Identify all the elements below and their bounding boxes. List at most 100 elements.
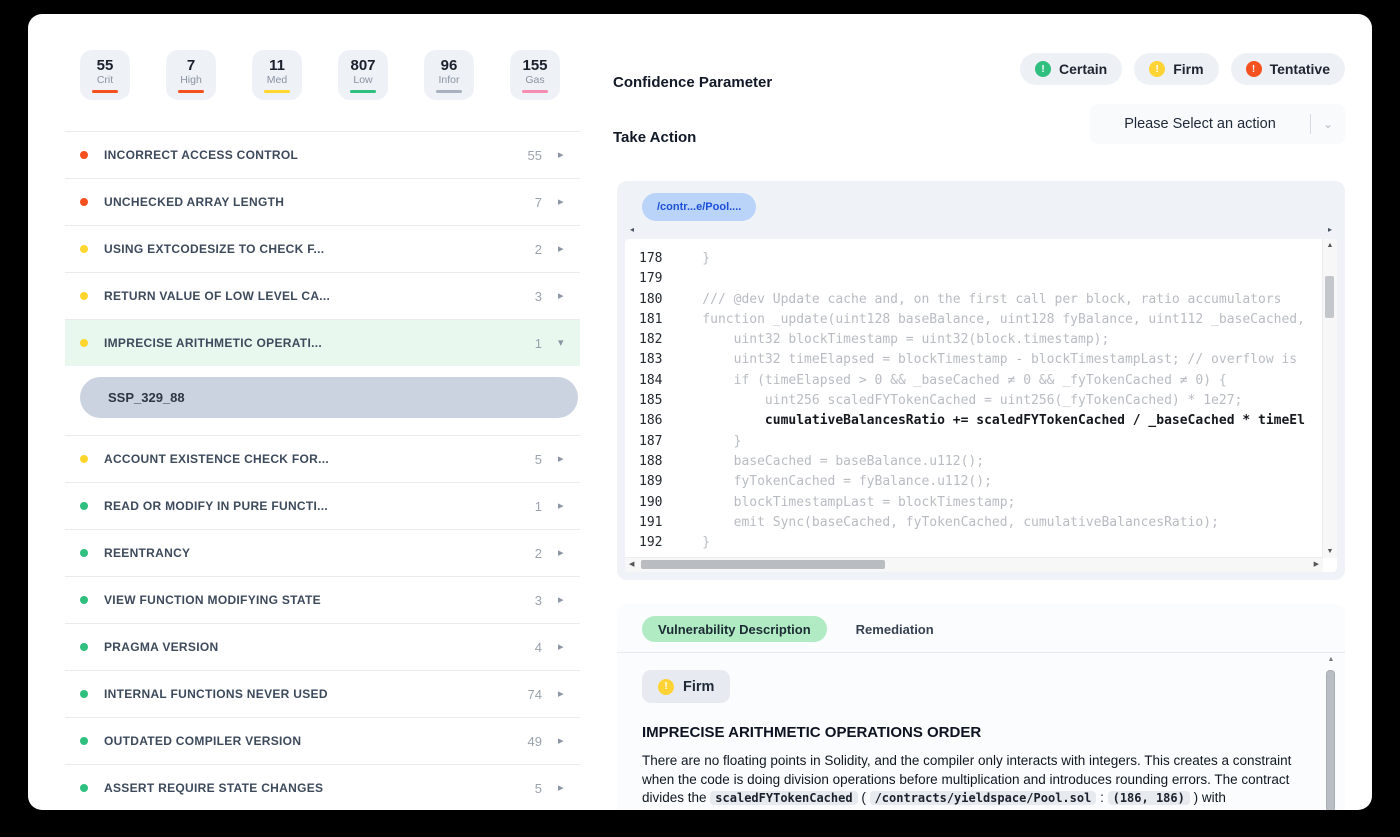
vulnerability-row[interactable]: PRAGMA VERSION 4 — [65, 623, 580, 670]
vulnerability-label: VIEW FUNCTION MODIFYING STATE — [104, 593, 321, 607]
confidence-badge[interactable]: ! Certain — [1019, 53, 1123, 85]
severity-stats-row: 55 Crit 7 High 11 Med 807 Low 96 Infor 1… — [80, 50, 560, 100]
vulnerability-count: 2 — [534, 241, 542, 257]
scroll-left-icon[interactable]: ◀ — [629, 558, 634, 572]
scroll-down-icon[interactable]: ▼ — [1323, 548, 1337, 555]
horizontal-scroll-thumb[interactable] — [641, 560, 885, 569]
code-line: 185 uint256 scaledFYTokenCached = uint25… — [639, 391, 1323, 411]
description-tab[interactable]: Vulnerability Description — [642, 616, 827, 642]
severity-color-bar — [350, 89, 376, 93]
vulnerability-group: RETURN VALUE OF LOW LEVEL CA... 3 SSP_32… — [65, 272, 580, 319]
vulnerability-row[interactable]: READ OR MODIFY IN PURE FUNCTI... 1 — [65, 482, 580, 529]
chevron-right-icon — [558, 150, 570, 161]
chevron-right-icon — [558, 197, 570, 208]
chevron-right-icon — [558, 548, 570, 559]
vulnerability-group: USING EXTCODESIZE TO CHECK F... 2 SSP_32… — [65, 225, 580, 272]
code-line: 180 /// @dev Update cache and, on the fi… — [639, 290, 1323, 310]
finding-id-pill[interactable]: SSP_329_88 — [80, 377, 578, 418]
vulnerability-row[interactable]: RETURN VALUE OF LOW LEVEL CA... 3 — [65, 272, 580, 319]
chevron-right-icon — [558, 595, 570, 606]
vulnerability-group: VIEW FUNCTION MODIFYING STATE 3 SSP_329_… — [65, 576, 580, 623]
severity-stat-badge[interactable]: 96 Infor — [424, 50, 474, 100]
vulnerability-row[interactable]: ACCOUNT EXISTENCE CHECK FOR... 5 — [65, 435, 580, 482]
severity-stat-badge[interactable]: 55 Crit — [80, 50, 130, 100]
line-text: cumulativeBalancesRatio += scaledFYToken… — [671, 413, 1305, 429]
code-line: 187 } — [639, 432, 1323, 452]
vulnerability-row[interactable]: INCORRECT ACCESS CONTROL 55 — [65, 131, 580, 178]
vertical-scroll-thumb[interactable] — [1325, 276, 1334, 318]
vulnerability-heading: IMPRECISE ARITHMETIC OPERATIONS ORDER — [642, 724, 982, 741]
line-number: 178 — [639, 251, 663, 266]
vulnerability-label: USING EXTCODESIZE TO CHECK F... — [104, 242, 325, 256]
vulnerability-row[interactable]: USING EXTCODESIZE TO CHECK F... 2 — [65, 225, 580, 272]
line-text: fyTokenCached = fyBalance.u112(); — [671, 474, 992, 490]
exclamation-circle-icon: ! — [658, 678, 674, 695]
vulnerability-label: INTERNAL FUNCTIONS NEVER USED — [104, 687, 328, 701]
vulnerability-count: 1 — [534, 335, 542, 351]
code-lines: 178 } 179 180 /// @dev Update cache and,… — [625, 239, 1323, 558]
vulnerability-label: IMPRECISE ARITHMETIC OPERATI... — [104, 336, 322, 350]
vulnerability-row[interactable]: IMPRECISE ARITHMETIC OPERATI... 1 — [65, 319, 580, 366]
vulnerability-label: RETURN VALUE OF LOW LEVEL CA... — [104, 289, 331, 303]
vulnerability-count: 1 — [534, 498, 542, 514]
severity-stat-badge[interactable]: 11 Med — [252, 50, 302, 100]
chevron-right-icon — [558, 501, 570, 512]
description-tab[interactable]: Remediation — [854, 616, 936, 642]
line-text: if (timeElapsed > 0 && _baseCached ≠ 0 &… — [671, 372, 1227, 388]
scroll-right-icon[interactable]: ▶ — [1314, 558, 1319, 572]
confidence-parameter-title: Confidence Parameter — [613, 74, 773, 91]
line-text: function _update(uint128 baseBalance, ui… — [671, 311, 1305, 327]
severity-stat-badge[interactable]: 155 Gas — [510, 50, 560, 100]
vulnerability-count: 3 — [534, 592, 542, 608]
line-text: /// @dev Update cache and, on the first … — [671, 291, 1282, 307]
scroll-up-icon[interactable]: ▲ — [1325, 656, 1337, 663]
line-text: blockTimestampLast = blockTimestamp; — [671, 494, 1016, 510]
scroll-up-icon[interactable]: ▲ — [1323, 242, 1337, 249]
vulnerability-count: 4 — [534, 639, 542, 655]
description-scroll-thumb[interactable] — [1326, 670, 1335, 810]
severity-stat-badge[interactable]: 7 High — [166, 50, 216, 100]
line-number: 188 — [639, 453, 663, 469]
chevron-right-icon — [558, 689, 570, 700]
confidence-badge[interactable]: ! Firm — [1134, 53, 1219, 85]
tabstrip-scroll-right-icon[interactable]: ▸ — [1328, 225, 1332, 234]
take-action-dropdown[interactable]: Please Select an action ⌄ — [1090, 104, 1345, 144]
code-line: 178 } — [639, 249, 1323, 269]
vulnerability-group: IMPRECISE ARITHMETIC OPERATI... 1 SSP_32… — [65, 319, 580, 435]
vulnerability-count: 3 — [534, 288, 542, 304]
description-panel: Vulnerability Description Remediation ! … — [617, 604, 1345, 810]
line-number: 187 — [639, 433, 663, 449]
vulnerability-row[interactable]: ASSERT REQUIRE STATE CHANGES 5 — [65, 764, 580, 810]
line-text: uint32 timeElapsed = blockTimestamp - bl… — [671, 352, 1298, 368]
severity-color-bar — [522, 89, 548, 93]
vulnerability-row[interactable]: OUTDATED COMPILER VERSION 49 — [65, 717, 580, 764]
code-vertical-scrollbar[interactable]: ▲ ▼ — [1322, 239, 1337, 558]
severity-dot-icon — [80, 643, 88, 651]
stat-label: Crit — [96, 73, 114, 86]
description-scrollbar[interactable]: ▲ — [1325, 656, 1337, 810]
vulnerability-list: INCORRECT ACCESS CONTROL 55 SSP_329_88 U… — [65, 131, 580, 810]
vulnerability-group: INCORRECT ACCESS CONTROL 55 SSP_329_88 — [65, 131, 580, 178]
file-tab[interactable]: /contr...e/Pool.... — [642, 193, 757, 221]
stat-label: Infor — [438, 73, 460, 86]
line-number: 184 — [639, 372, 663, 388]
exclamation-circle-icon: ! — [1034, 61, 1051, 77]
line-number: 189 — [639, 474, 663, 490]
vulnerability-row[interactable]: UNCHECKED ARRAY LENGTH 7 — [65, 178, 580, 225]
severity-stat-badge[interactable]: 807 Low — [338, 50, 388, 100]
vulnerability-row[interactable]: REENTRANCY 2 — [65, 529, 580, 576]
line-number: 191 — [639, 514, 663, 530]
line-text: } — [671, 535, 711, 551]
vulnerability-row[interactable]: INTERNAL FUNCTIONS NEVER USED 74 — [65, 670, 580, 717]
severity-badge[interactable]: ! Firm — [642, 670, 731, 703]
confidence-badge[interactable]: ! Tentative — [1230, 53, 1345, 85]
chevron-right-icon — [558, 783, 570, 794]
code-horizontal-scrollbar[interactable]: ◀ ▶ — [625, 557, 1323, 572]
vulnerability-count: 74 — [527, 686, 542, 702]
severity-dot-icon — [80, 198, 88, 206]
vulnerability-row[interactable]: VIEW FUNCTION MODIFYING STATE 3 — [65, 576, 580, 623]
severity-dot-icon — [80, 455, 88, 463]
vulnerability-group: ASSERT REQUIRE STATE CHANGES 5 SSP_329_8… — [65, 764, 580, 810]
tabstrip-scroll-left-icon[interactable]: ◂ — [630, 225, 634, 234]
dropdown-placeholder: Please Select an action — [1124, 116, 1276, 132]
